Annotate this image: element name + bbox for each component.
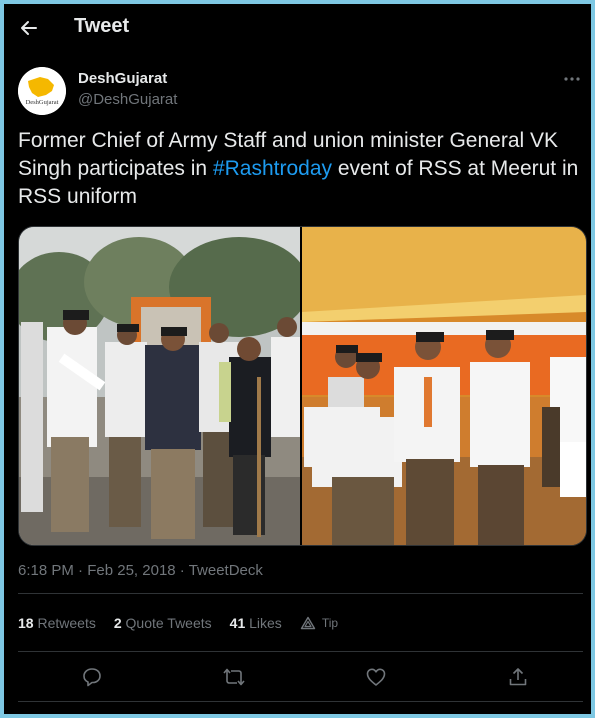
more-icon xyxy=(564,77,580,81)
logo-icon: DeshGujarat xyxy=(18,67,66,115)
divider xyxy=(18,651,583,652)
quote-tweets-label: Quote Tweets xyxy=(125,615,212,631)
meta-separator: · xyxy=(175,562,189,579)
tweet-date[interactable]: Feb 25, 2018 xyxy=(87,562,175,579)
share-icon xyxy=(509,668,527,686)
retweets-count: 18 xyxy=(18,615,34,631)
author-name[interactable]: DeshGujarat xyxy=(78,70,167,87)
page-title: Tweet xyxy=(74,15,130,37)
reply-icon xyxy=(83,668,101,687)
quote-tweets-count: 2 xyxy=(113,615,122,631)
likes-count: 41 xyxy=(229,615,246,631)
media-grid xyxy=(18,226,587,546)
share-button[interactable] xyxy=(506,665,530,689)
retweets-stat[interactable]: 18 Retweets xyxy=(18,615,96,631)
like-icon xyxy=(366,668,386,686)
tweet-stats: 18 Retweets 2 Quote Tweets 41 Likes Tip xyxy=(18,609,338,637)
avatar[interactable]: DeshGujarat xyxy=(18,67,66,115)
tweet-text: Former Chief of Army Staff and union min… xyxy=(18,127,583,211)
retweet-button[interactable] xyxy=(222,665,246,689)
reply-button[interactable] xyxy=(80,665,104,689)
retweets-label: Retweets xyxy=(37,615,96,631)
author-handle[interactable]: @DeshGujarat xyxy=(78,91,177,108)
more-button[interactable] xyxy=(560,70,584,88)
back-arrow-icon xyxy=(21,21,37,35)
likes-label: Likes xyxy=(249,615,282,631)
avatar-logo-text: DeshGujarat xyxy=(26,99,59,106)
tweet-source[interactable]: TweetDeck xyxy=(189,562,263,579)
retweet-icon xyxy=(223,668,245,686)
meta-separator: · xyxy=(73,562,88,579)
tweet-time[interactable]: 6:18 PM xyxy=(18,562,74,579)
tweet-window: Tweet DeshGujarat DeshGujarat @DeshGujar… xyxy=(4,4,591,714)
like-button[interactable] xyxy=(364,665,388,689)
action-bar xyxy=(18,655,583,699)
photo-left[interactable] xyxy=(19,227,300,545)
header: Tweet xyxy=(4,4,591,50)
divider xyxy=(18,593,583,594)
tip-label: Tip xyxy=(321,616,339,630)
likes-stat[interactable]: 41 Likes xyxy=(230,615,282,631)
tweet-meta: 6:18 PM · Feb 25, 2018 · TweetDeck xyxy=(18,562,263,579)
hashtag-link[interactable]: #Rashtroday xyxy=(213,157,332,180)
divider xyxy=(18,701,583,702)
quote-tweets-stat[interactable]: 2 Quote Tweets xyxy=(114,615,212,631)
photo-right[interactable] xyxy=(302,227,586,545)
tip-button[interactable]: Tip xyxy=(300,616,338,630)
tip-icon xyxy=(300,616,316,630)
back-button[interactable] xyxy=(14,13,44,43)
